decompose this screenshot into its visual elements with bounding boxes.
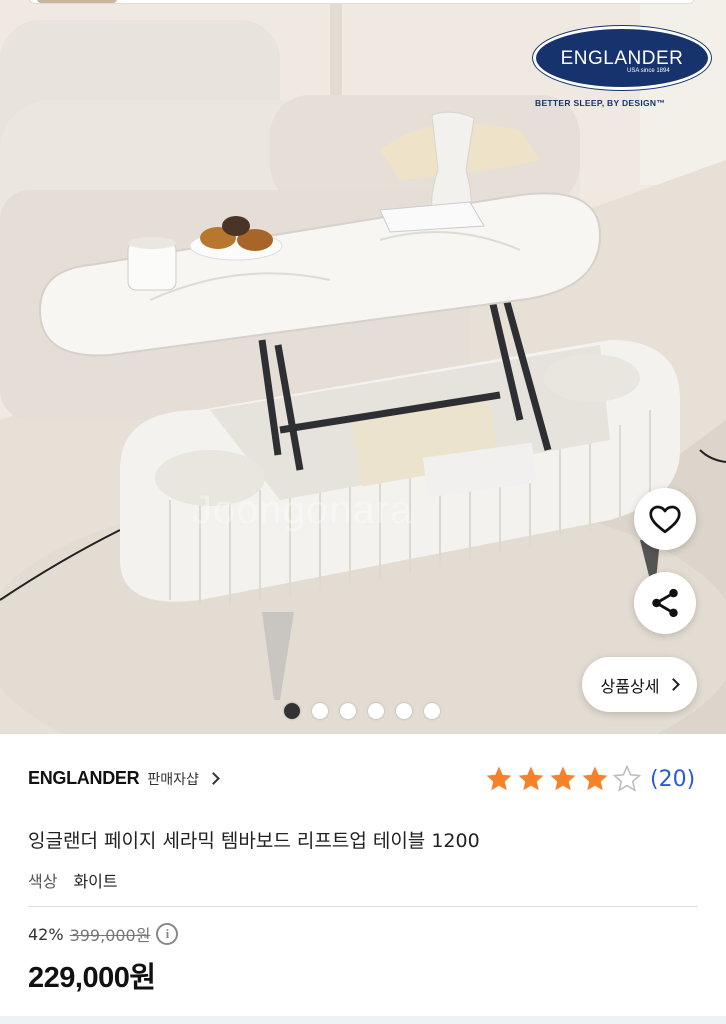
share-icon [652, 588, 678, 618]
original-price: 399,000원 [69, 926, 151, 945]
product-detail-label: 상품상세 [600, 676, 660, 696]
chevron-right-icon [667, 678, 681, 691]
color-option: 색상 화이트 [28, 868, 118, 892]
heart-outline-icon [649, 505, 681, 534]
product-detail-button[interactable]: 상품상세 [582, 657, 697, 712]
option-label: 색상 [28, 872, 58, 891]
brand-logo-sub: USA since 1894 [627, 68, 670, 74]
seller-shop-link[interactable]: ENGLANDER 판매자샵 [28, 768, 220, 789]
rating-summary[interactable]: (20) [484, 764, 695, 794]
top-thumbnail-strip [28, 0, 696, 4]
carousel-dot[interactable] [368, 703, 384, 719]
review-count[interactable]: (20) [650, 767, 695, 792]
wishlist-button[interactable] [634, 488, 696, 550]
star-filled-icon [550, 766, 576, 791]
watermark: Joongonara [192, 488, 414, 532]
divider [28, 906, 698, 907]
carousel-dot[interactable] [312, 703, 328, 719]
carousel-dot[interactable] [340, 703, 356, 719]
option-value: 화이트 [73, 872, 118, 891]
brand-tagline: BETTER SLEEP, BY DESIGN™ [535, 98, 666, 108]
seller-name: ENGLANDER [28, 768, 140, 788]
product-title: 잉글랜더 페이지 세라믹 템바보드 리프트업 테이블 1200 [28, 830, 480, 852]
carousel-dot[interactable] [396, 703, 412, 719]
star-filled-icon [582, 766, 608, 791]
carousel-indicators [284, 703, 440, 719]
brand-logo: ENGLANDER USA since 1894 BETTER SLEEP, B… [531, 26, 711, 112]
share-button[interactable] [634, 572, 696, 634]
bottom-divider [0, 1016, 726, 1024]
info-icon[interactable]: i [156, 923, 179, 945]
star-filled-icon [518, 766, 544, 791]
carousel-dot[interactable] [284, 703, 300, 719]
seller-shop-label: 판매자샵 [147, 771, 199, 788]
discount-rate: 42% [28, 924, 64, 944]
sale-price: 229,000원 [28, 962, 156, 994]
star-filled-icon [486, 766, 512, 791]
original-price-row: 42% 399,000원 i [28, 922, 179, 946]
product-image-carousel[interactable]: ENGLANDER USA since 1894 BETTER SLEEP, B… [0, 0, 726, 734]
chevron-right-icon [206, 772, 220, 785]
star-empty-icon [612, 764, 642, 792]
carousel-dot[interactable] [424, 703, 440, 719]
brand-logo-name: ENGLANDER [560, 48, 684, 69]
product-info-section: ENGLANDER 판매자샵 (20) 잉글랜더 페이지 세라믹 템바보드 리프… [0, 734, 726, 1024]
